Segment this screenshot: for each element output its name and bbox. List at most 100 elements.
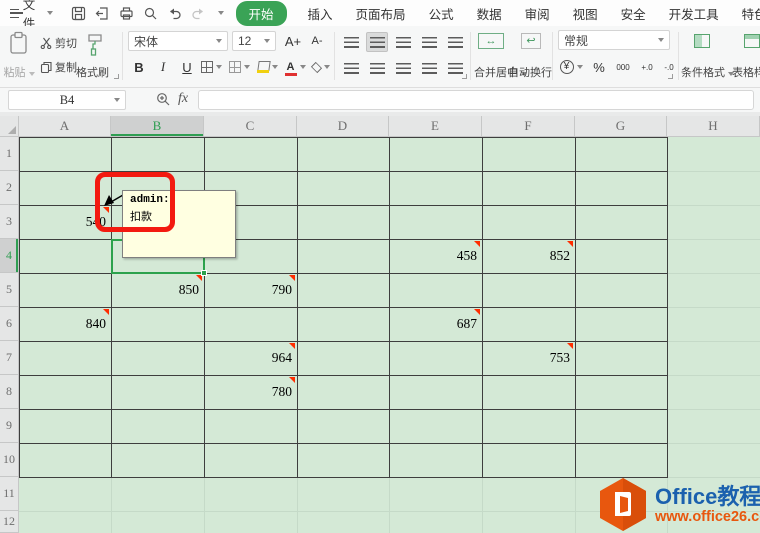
font-name-select[interactable]: 宋体 [128,31,228,51]
row-header-10[interactable]: 10 [0,443,19,477]
tab-数据[interactable]: 数据 [475,2,504,25]
row-header-2[interactable]: 2 [0,171,19,205]
justify-button[interactable] [418,58,440,78]
grow-font-button[interactable]: A+ [282,31,304,51]
percent-format-button[interactable]: % [588,57,610,77]
align-top-button[interactable] [340,32,362,52]
save-button[interactable] [71,6,86,21]
cell-C5[interactable]: 790 [204,273,292,307]
conditional-format-icon[interactable] [694,34,710,51]
tab-插入[interactable]: 插入 [306,2,335,25]
wrap-text-button[interactable]: 自动换行 [508,64,552,80]
align-left-button[interactable] [340,58,362,78]
font-size-select[interactable]: 12 [232,31,276,51]
increase-decimal-button[interactable]: +.0 [636,57,658,77]
zoom-magnifier-icon[interactable] [156,92,171,112]
print-preview-button[interactable] [143,6,158,21]
tab-视图[interactable]: 视图 [571,2,600,25]
conditional-format-button[interactable]: 条件格式 [681,64,734,80]
row-header-1[interactable]: 1 [0,137,19,171]
tab-公式[interactable]: 公式 [427,2,456,25]
fill-color-button[interactable] [256,57,278,77]
format-painter-button[interactable]: 格式刷 [76,64,109,80]
dialog-launcher-icon[interactable] [114,74,119,79]
column-header-F[interactable]: F [482,116,575,137]
table-style-button[interactable]: 表格样式 [732,64,760,80]
row-header-4[interactable]: 4 [0,239,19,273]
format-painter-icon[interactable] [86,33,104,60]
shrink-font-button[interactable]: A- [306,31,328,51]
tab-审阅[interactable]: 审阅 [523,2,552,25]
copy-button[interactable]: 复制 [40,59,77,75]
print-button[interactable] [119,6,134,21]
align-right-button[interactable] [392,58,414,78]
select-all-corner[interactable] [0,116,19,137]
paste-icon[interactable] [8,31,29,58]
row-header-11[interactable]: 11 [0,477,19,511]
row-header-5[interactable]: 5 [0,273,19,307]
row-header-12[interactable]: 12 [0,511,19,533]
comment-indicator-icon [474,309,480,315]
row-header-9[interactable]: 9 [0,409,19,443]
italic-button[interactable]: I [152,57,174,77]
column-header-B[interactable]: B [111,116,204,137]
export-button[interactable] [95,6,110,21]
redo-button[interactable] [191,6,206,21]
tab-开始[interactable]: 开始 [236,1,287,26]
increase-indent-button[interactable] [444,32,466,52]
undo-button[interactable] [167,6,182,21]
column-header-A[interactable]: A [19,116,111,137]
row-header-6[interactable]: 6 [0,307,19,341]
table-style-icon[interactable] [744,34,760,51]
borders-button[interactable] [200,57,222,77]
fx-insert-function[interactable]: fx [178,91,188,107]
tab-安全[interactable]: 安全 [619,2,648,25]
name-box[interactable]: B4 [8,90,126,110]
merge-center-icon[interactable] [478,33,504,49]
logo-site-url: www.office26.com [655,509,760,525]
align-center-button[interactable] [366,58,388,78]
column-header-E[interactable]: E [389,116,482,137]
align-top-icon [344,37,359,48]
thousands-separator-button[interactable]: 000 [612,57,634,77]
align-middle-button[interactable] [366,32,388,52]
bold-button[interactable]: B [128,57,150,77]
currency-format-button[interactable]: ¥ [558,57,584,77]
cell-F7[interactable]: 753 [482,341,570,375]
cell-C8[interactable]: 780 [204,375,292,409]
comment-indicator-icon [103,309,109,315]
tab-开发工具[interactable]: 开发工具 [667,2,721,25]
cell-A6[interactable]: 840 [19,307,106,341]
cell-C7[interactable]: 964 [204,341,292,375]
cell-E4[interactable]: 458 [389,239,477,273]
clear-format-button[interactable] [310,57,332,77]
column-header-H[interactable]: H [667,116,760,137]
more-commands-icon[interactable] [218,11,224,15]
dialog-launcher-icon[interactable] [462,74,467,79]
cell-B5[interactable]: 850 [111,273,199,307]
number-format-select[interactable]: 常规 [558,30,670,50]
row-header-7[interactable]: 7 [0,341,19,375]
underline-button[interactable]: U [176,57,198,77]
column-header-D[interactable]: D [297,116,389,137]
font-color-button[interactable]: A [284,57,306,77]
cut-button[interactable]: 剪切 [40,35,77,51]
column-header-G[interactable]: G [575,116,667,137]
wrap-text-icon[interactable] [521,33,541,49]
row-header-8[interactable]: 8 [0,375,19,409]
paste-button[interactable]: 粘贴 [2,64,36,80]
decrease-indent-button[interactable] [418,32,440,52]
dialog-launcher-icon[interactable] [668,74,673,79]
cell-E6[interactable]: 687 [389,307,477,341]
column-header-C[interactable]: C [204,116,297,137]
tab-页面布局[interactable]: 页面布局 [354,2,408,25]
fill-handle[interactable] [201,270,207,276]
comment-indicator-icon [289,275,295,281]
tab-特色应用[interactable]: 特色应用 [740,2,760,25]
align-bottom-button[interactable] [392,32,414,52]
formula-input[interactable] [198,90,754,110]
row-header-3[interactable]: 3 [0,205,19,239]
cell-A3[interactable]: 540 [19,205,106,239]
cell-shading-button[interactable] [228,57,250,77]
cell-F4[interactable]: 852 [482,239,570,273]
